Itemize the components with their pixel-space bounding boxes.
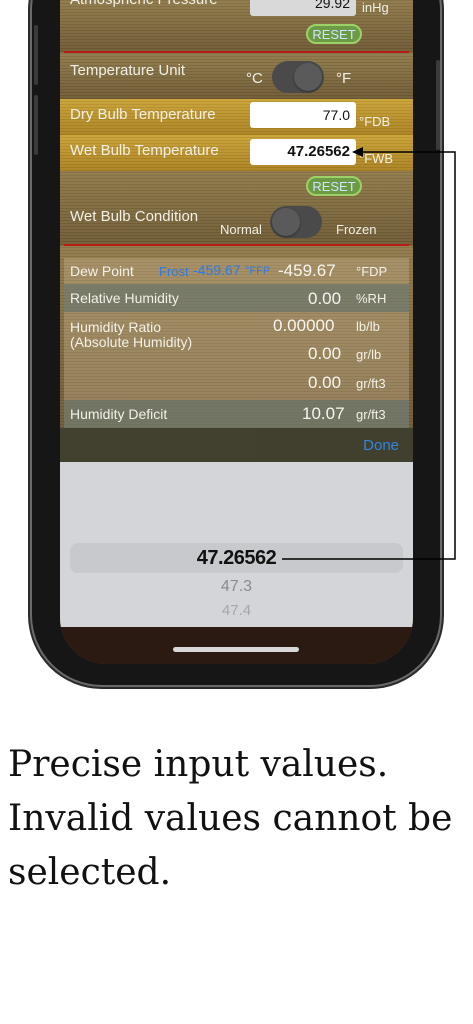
caption-line: selected. [8, 852, 172, 893]
caption-line: Invalid values cannot be [8, 798, 453, 839]
caption-line: Precise input values. [8, 744, 389, 785]
caption: Precise input values. Invalid values can… [8, 738, 468, 900]
